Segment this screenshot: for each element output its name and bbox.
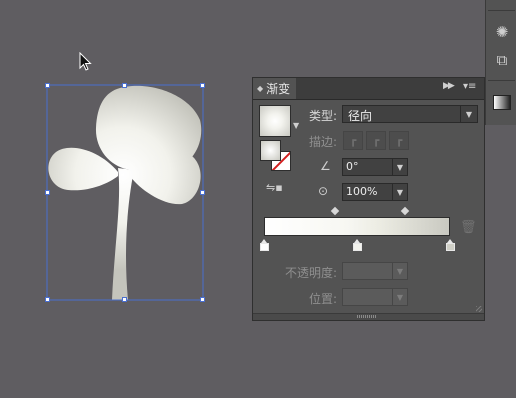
fill-swatch[interactable] xyxy=(260,140,281,161)
location-label: 位置: xyxy=(309,292,338,306)
pathfinder-icon[interactable]: ⧉ xyxy=(492,50,512,70)
resize-grip-icon[interactable] xyxy=(476,306,482,312)
stroke-label: 描边: xyxy=(309,135,338,149)
angle-value: 0° xyxy=(346,160,359,173)
chevron-down-icon[interactable]: ▼ xyxy=(392,263,407,279)
angle-icon: ∠ xyxy=(320,159,331,173)
cursor-arrow-icon xyxy=(79,52,92,71)
tab-toggle-icon[interactable]: ◆ xyxy=(257,84,263,93)
fill-stroke-selector xyxy=(260,140,292,172)
gradient-stop[interactable] xyxy=(259,239,269,251)
selection-handle[interactable] xyxy=(45,190,50,195)
stroke-within-button[interactable]: ┏ xyxy=(343,131,363,150)
tool-strip: ✺ ⧉ xyxy=(485,0,516,125)
plant-shape[interactable] xyxy=(48,85,202,300)
selection-handle[interactable] xyxy=(122,297,127,302)
gradient-slider[interactable] xyxy=(264,217,450,236)
type-label: 类型: xyxy=(309,109,338,123)
tab-gradient[interactable]: ◆ 渐变 xyxy=(253,78,296,99)
stroke-across-button[interactable]: ┏ xyxy=(389,131,409,150)
gradient-midpoint-marker[interactable] xyxy=(330,206,339,216)
gradient-preview-swatch[interactable] xyxy=(259,105,291,137)
gradient-panel: ◆ 渐变 ▶▶ ▾≡ ▼ ⇋▪ 类型: 径向 ▼ 描边: ┏ ┏ ┏ ∠ 0° … xyxy=(252,77,485,321)
chevron-down-icon[interactable]: ▼ xyxy=(293,121,299,130)
gradient-stop[interactable] xyxy=(445,239,455,251)
gradient-type-select[interactable]: 径向 ▼ xyxy=(342,105,478,123)
stroke-along-button[interactable]: ┏ xyxy=(366,131,386,150)
aspect-ratio-value: 100% xyxy=(346,185,378,198)
tab-label: 渐变 xyxy=(266,82,291,96)
appearance-icon[interactable]: ✺ xyxy=(492,22,512,42)
trash-icon[interactable]: 🗑 xyxy=(460,220,477,235)
selection-handle[interactable] xyxy=(45,297,50,302)
panel-tab-bar: ◆ 渐变 ▶▶ ▾≡ xyxy=(253,78,484,100)
opacity-label: 不透明度: xyxy=(285,266,338,280)
gradient-panel-icon[interactable] xyxy=(492,92,512,112)
opacity-field[interactable]: ▼ xyxy=(342,262,408,280)
selection-handle[interactable] xyxy=(200,83,205,88)
angle-field[interactable]: 0° ▼ xyxy=(342,158,408,176)
location-field[interactable]: ▼ xyxy=(342,288,408,306)
selection-handle[interactable] xyxy=(122,83,127,88)
chevron-down-icon: ▼ xyxy=(460,106,477,122)
chevron-down-icon[interactable]: ▼ xyxy=(392,159,407,175)
gradient-stop[interactable] xyxy=(352,239,362,251)
panel-gripper[interactable] xyxy=(253,313,484,320)
selection-handle[interactable] xyxy=(200,297,205,302)
selection-handle[interactable] xyxy=(200,190,205,195)
chevron-down-icon[interactable]: ▼ xyxy=(392,184,407,200)
aspect-ratio-icon: ⊙ xyxy=(318,184,329,198)
gradient-type-value: 径向 xyxy=(348,109,373,123)
panel-menu-icon[interactable]: ▾≡ xyxy=(463,81,476,92)
reverse-gradient-icon[interactable]: ⇋▪ xyxy=(266,181,284,195)
aspect-ratio-field[interactable]: 100% ▼ xyxy=(342,183,408,201)
double-chevron-right-icon[interactable]: ▶▶ xyxy=(443,81,455,91)
selection-handle[interactable] xyxy=(45,83,50,88)
gradient-midpoint-marker[interactable] xyxy=(401,206,410,216)
chevron-down-icon[interactable]: ▼ xyxy=(392,289,407,305)
